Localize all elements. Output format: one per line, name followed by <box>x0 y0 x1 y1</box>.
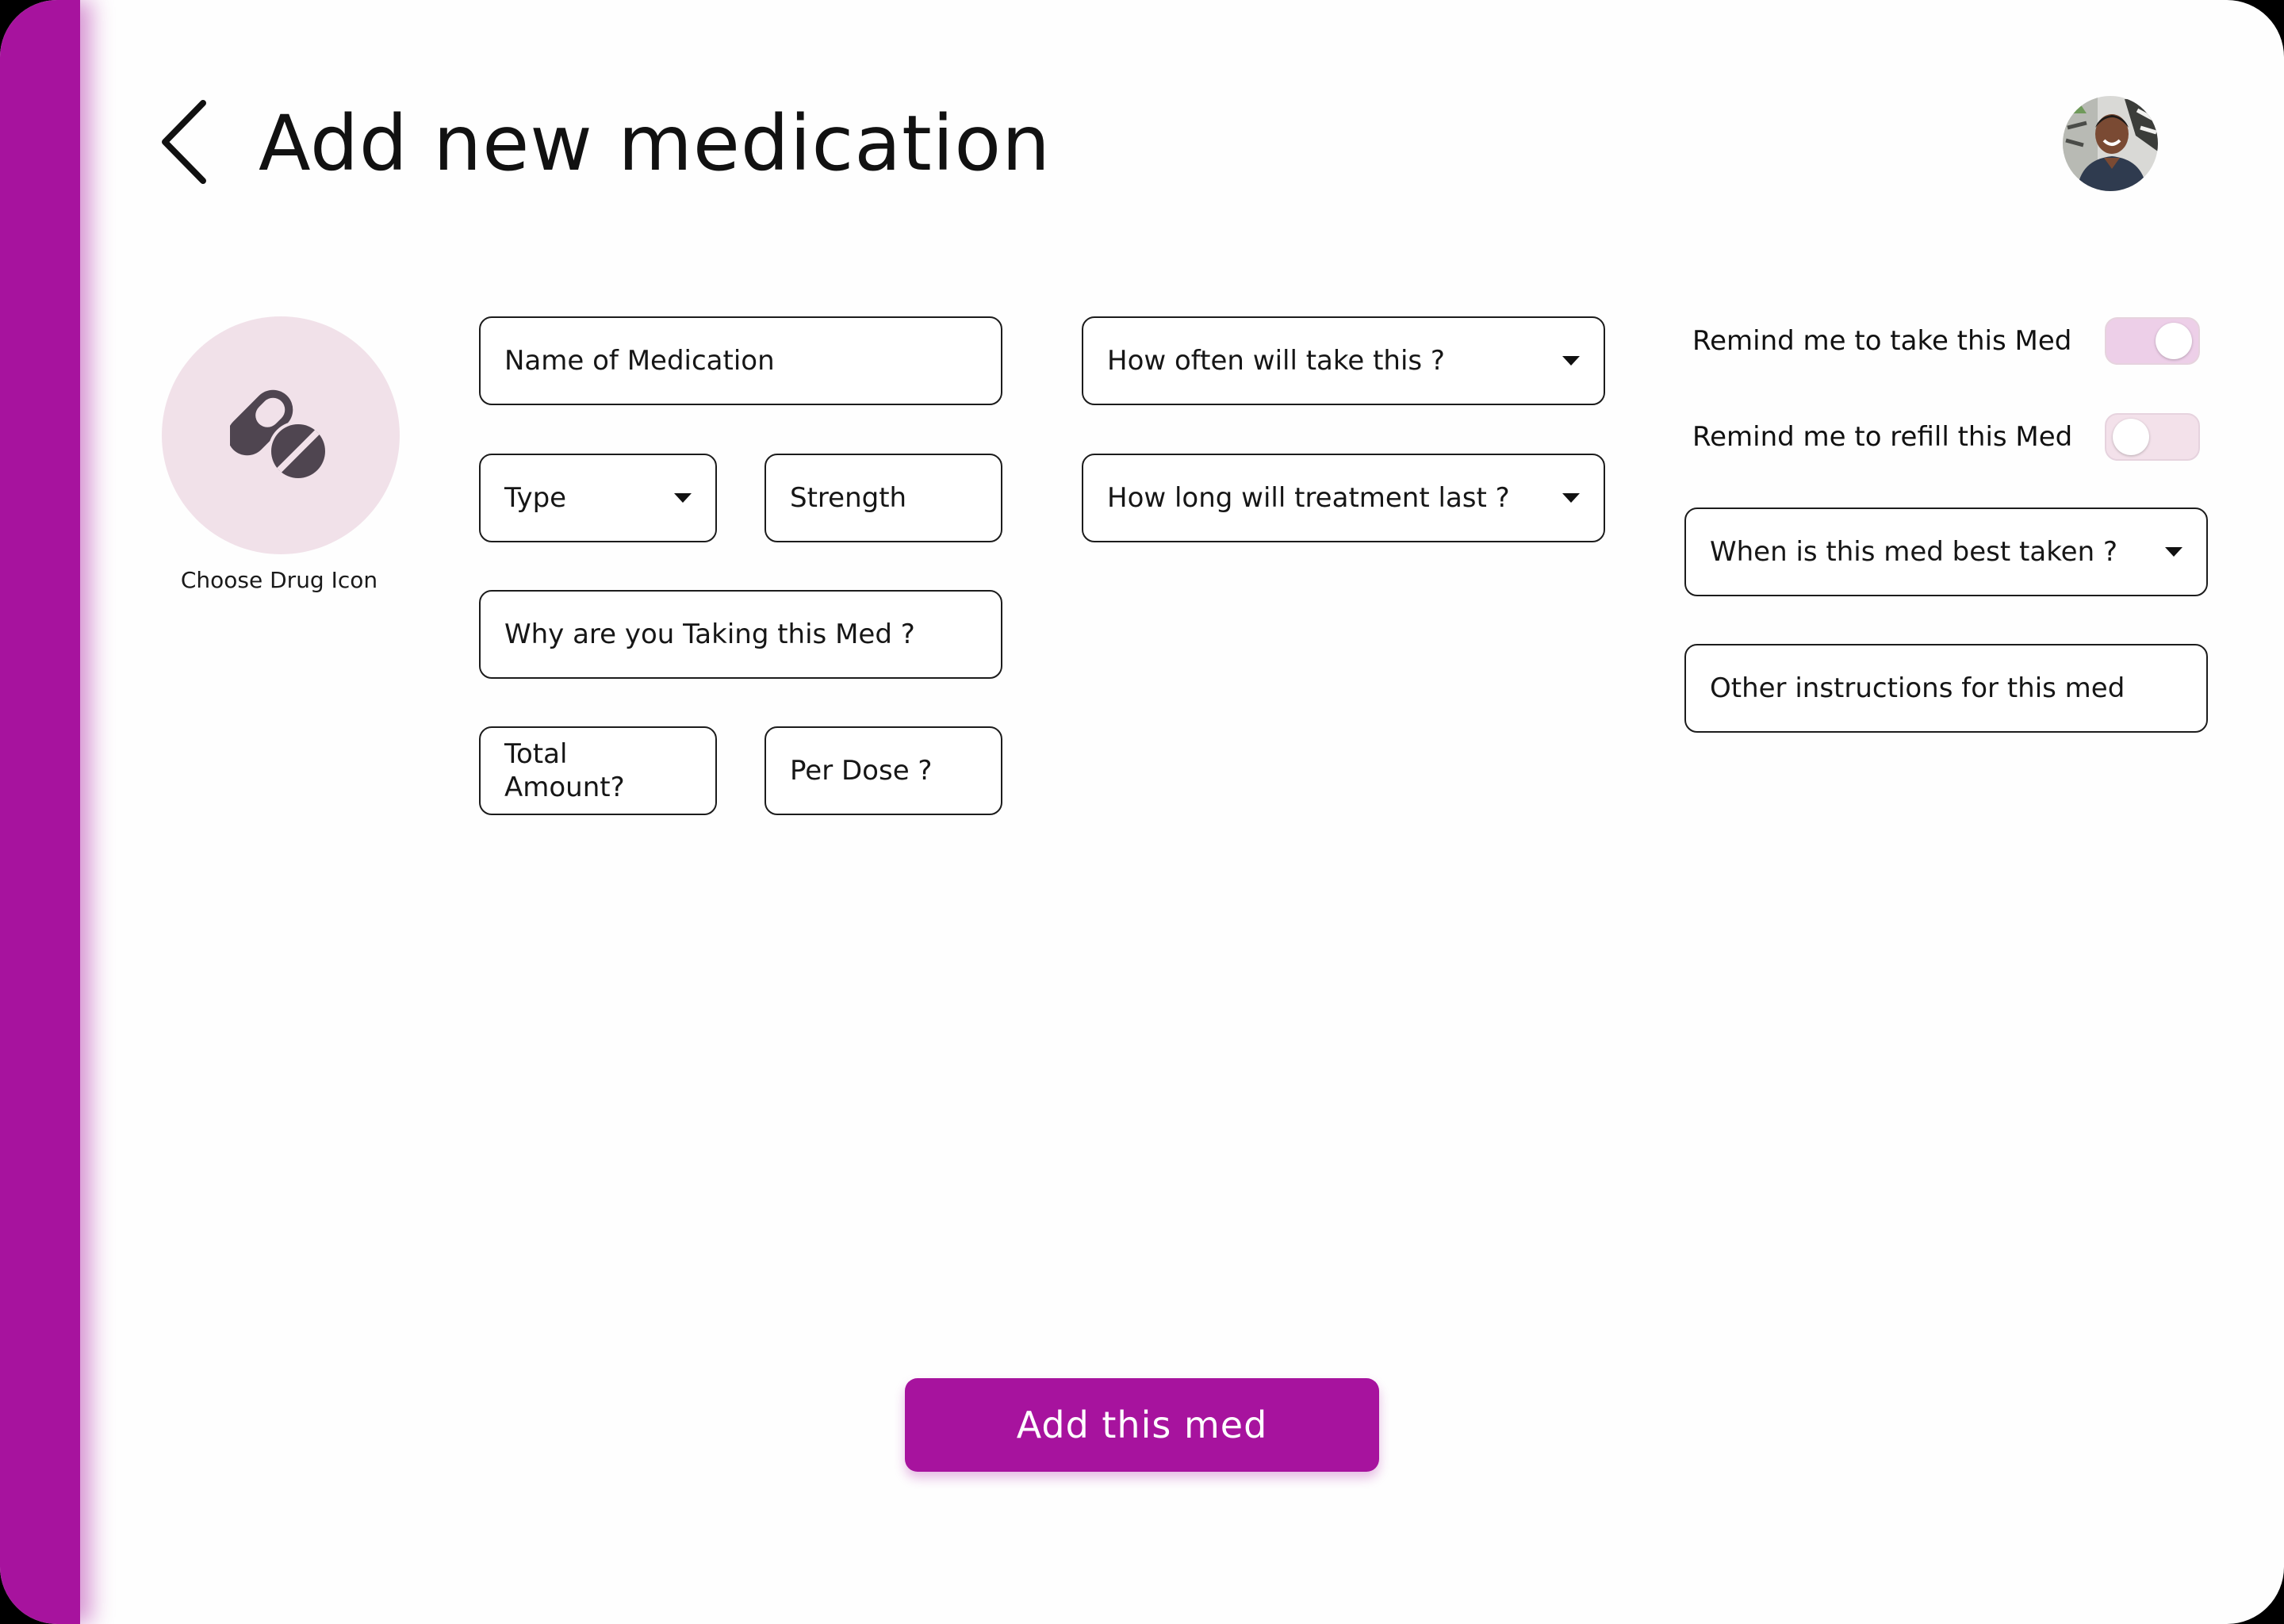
take-reminder-row: Remind me to take this Med <box>1692 317 2200 365</box>
total-amount-placeholder: Total Amount? <box>504 738 625 803</box>
best-time-placeholder: When is this med best taken ? <box>1710 536 2118 568</box>
caret-down-icon <box>2165 547 2182 557</box>
best-time-select[interactable]: When is this med best taken ? <box>1684 508 2208 596</box>
refill-reminder-label: Remind me to refill this Med <box>1692 421 2073 453</box>
reason-placeholder: Why are you Taking this Med ? <box>504 619 915 650</box>
per-dose-input[interactable]: Per Dose ? <box>765 726 1002 815</box>
instructions-placeholder: Other instructions for this med <box>1710 672 2125 704</box>
add-med-button[interactable]: Add this med <box>905 1378 1379 1472</box>
refill-reminder-toggle[interactable] <box>2105 413 2200 461</box>
pills-icon <box>230 389 328 481</box>
page-title: Add new medication <box>259 99 1051 188</box>
type-select[interactable]: Type <box>479 454 717 542</box>
caret-down-icon <box>1562 356 1580 366</box>
toggle-knob <box>2156 323 2192 359</box>
total-amount-input[interactable]: Total Amount? <box>479 726 717 815</box>
strength-input[interactable]: Strength <box>765 454 1002 542</box>
duration-placeholder: How long will treatment last ? <box>1107 482 1510 514</box>
per-dose-placeholder: Per Dose ? <box>790 755 933 787</box>
drug-icon-label: Choose Drug Icon <box>180 567 378 593</box>
frequency-select[interactable]: How often will take this ? <box>1082 316 1605 405</box>
chevron-left-icon <box>162 100 206 184</box>
caret-down-icon <box>674 493 692 503</box>
medication-name-input[interactable]: Name of Medication <box>479 316 1002 405</box>
instructions-input[interactable]: Other instructions for this med <box>1684 644 2208 733</box>
avatar[interactable] <box>2063 96 2158 191</box>
refill-reminder-row: Remind me to refill this Med <box>1692 413 2200 461</box>
drug-icon-picker[interactable] <box>162 316 400 554</box>
caret-down-icon <box>1562 493 1580 503</box>
medication-name-placeholder: Name of Medication <box>504 345 775 377</box>
take-reminder-toggle[interactable] <box>2105 317 2200 365</box>
reason-input[interactable]: Why are you Taking this Med ? <box>479 590 1002 679</box>
side-bar <box>0 0 80 1624</box>
frequency-placeholder: How often will take this ? <box>1107 345 1445 377</box>
strength-placeholder: Strength <box>790 482 907 514</box>
toggle-knob <box>2113 419 2149 455</box>
back-button[interactable] <box>155 98 219 186</box>
duration-select[interactable]: How long will treatment last ? <box>1082 454 1605 542</box>
user-avatar-icon <box>2063 96 2158 191</box>
app-screen: Add new medication Choose Drug Icon Name… <box>0 0 2284 1624</box>
take-reminder-label: Remind me to take this Med <box>1692 325 2072 357</box>
type-select-placeholder: Type <box>504 482 567 514</box>
